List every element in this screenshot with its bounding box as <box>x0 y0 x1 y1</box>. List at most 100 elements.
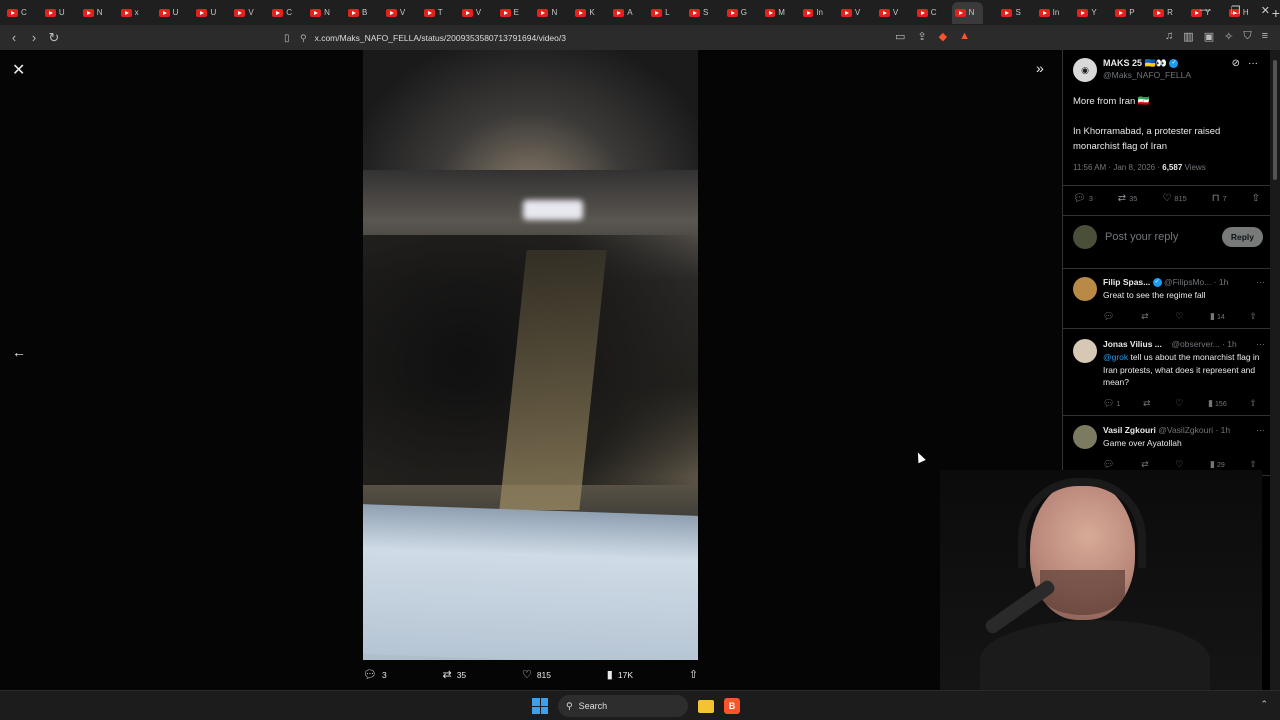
vpn-icon[interactable]: ⛉ <box>1243 30 1251 43</box>
browser-tab[interactable]: C <box>4 2 27 24</box>
close-icon[interactable]: ✕ <box>12 60 25 80</box>
browser-tab[interactable]: P <box>1112 2 1135 24</box>
browser-tab[interactable]: N <box>307 2 330 24</box>
more-icon[interactable]: ··· <box>1256 339 1265 349</box>
heart-icon[interactable]: ♡ <box>1175 459 1185 470</box>
browser-tab[interactable]: x <box>118 2 141 24</box>
reply-icon[interactable]: 💬︎ <box>1103 311 1116 322</box>
reply-button[interactable]: Reply <box>1221 227 1263 247</box>
repost-icon[interactable]: ⇄ <box>1141 311 1151 322</box>
heart-icon[interactable]: ♡ <box>1175 398 1185 409</box>
avatar[interactable] <box>1073 425 1097 449</box>
collapse-panel-icon[interactable]: » <box>1036 60 1044 76</box>
restore-icon[interactable]: ❐ <box>1231 4 1241 17</box>
browser-tab[interactable]: Y <box>1074 2 1097 24</box>
taskbar-search[interactable]: ⚲ Search <box>558 695 688 717</box>
browser-tab[interactable]: C <box>269 2 292 24</box>
close-window-icon[interactable]: ✕ <box>1261 4 1270 17</box>
browser-tab[interactable]: L <box>648 2 671 24</box>
avatar[interactable] <box>1073 277 1097 301</box>
share-icon[interactable]: ⇧ <box>1249 459 1259 470</box>
sidebar-icon[interactable]: ▥ <box>1183 30 1193 43</box>
author-handle[interactable]: @Maks_NAFO_FELLA <box>1103 70 1191 80</box>
more-icon[interactable]: ··· <box>1256 425 1265 435</box>
browser-tab[interactable]: S <box>998 2 1021 24</box>
more-icon[interactable]: ··· <box>1256 277 1265 287</box>
views-stat[interactable]: ▮ 14 <box>1210 311 1225 322</box>
views-action[interactable]: ▮ 17K <box>607 668 633 681</box>
browser-tab[interactable]: U <box>193 2 216 24</box>
browser-tab[interactable]: B <box>345 2 368 24</box>
avatar[interactable]: ◉ <box>1073 58 1097 82</box>
grok-icon[interactable]: ⊘ <box>1232 58 1240 69</box>
reply-action[interactable]: 💬︎ 3 <box>363 668 387 681</box>
mention-link[interactable]: @grok <box>1103 352 1128 362</box>
leo-icon[interactable]: ✧ <box>1224 30 1233 43</box>
site-info-icon[interactable]: ⚲ <box>300 33 307 44</box>
heart-icon[interactable]: ♡ <box>1175 311 1185 322</box>
browser-tab[interactable]: V <box>838 2 861 24</box>
menu-icon[interactable]: ≡ <box>1262 30 1268 43</box>
tweet-author[interactable]: ◉ MAKS 25 🇺🇦👀 ✓ @Maks_NAFO_FELLA <box>1073 58 1191 82</box>
reply-input[interactable]: Post your reply <box>1105 231 1214 243</box>
share-action[interactable]: ⇧ <box>689 668 698 681</box>
share-icon[interactable]: ⇪ <box>917 30 926 43</box>
forward-icon[interactable]: › <box>24 30 44 45</box>
browser-tab[interactable]: U <box>42 2 65 24</box>
brave-shield-icon[interactable]: ◆ <box>939 30 947 43</box>
minimize-icon[interactable]: — <box>1200 4 1211 17</box>
like-action[interactable]: ♡ 815 <box>522 668 551 681</box>
back-icon[interactable]: ‹ <box>4 30 24 45</box>
browser-tab[interactable]: R <box>1150 2 1173 24</box>
like-stat[interactable]: ♡ 815 <box>1162 193 1186 204</box>
more-icon[interactable]: ··· <box>1248 58 1258 69</box>
repost-stat[interactable]: ⇄ 35 <box>1118 193 1138 204</box>
views-stat[interactable]: ▮ 156 <box>1208 398 1227 409</box>
bookmark-stat[interactable]: ⊓ 7 <box>1212 193 1227 204</box>
browser-tab[interactable]: In <box>1036 2 1059 24</box>
bookmark-icon[interactable]: ▯ <box>284 33 290 44</box>
avatar[interactable] <box>1073 339 1097 363</box>
video-player[interactable] <box>363 50 698 660</box>
scrollbar-thumb[interactable] <box>1273 60 1277 180</box>
browser-tab[interactable]: In <box>800 2 823 24</box>
repost-action[interactable]: ⇄ 35 <box>442 668 466 681</box>
screen-icon[interactable]: ▭ <box>895 30 905 43</box>
browser-tab[interactable]: C <box>914 2 937 24</box>
windows-start-icon[interactable] <box>532 698 548 714</box>
media-icon[interactable]: ♫ <box>1165 30 1173 43</box>
wallet-icon[interactable]: ▣ <box>1204 30 1214 43</box>
browser-tab[interactable]: V <box>459 2 482 24</box>
author-name[interactable]: MAKS 25 🇺🇦👀 ✓ <box>1103 58 1191 69</box>
browser-tab[interactable]: S <box>686 2 709 24</box>
url-field[interactable]: ▯ ⚲ x.com/Maks_NAFO_FELLA/status/2009353… <box>284 28 980 48</box>
reply-icon[interactable]: 💬︎ <box>1103 459 1116 470</box>
views-stat[interactable]: ▮ 29 <box>1210 459 1225 470</box>
share-stat[interactable]: ⇧ <box>1252 193 1263 204</box>
new-tab-icon[interactable]: + <box>1272 5 1280 21</box>
tray-chevron-icon[interactable]: ⌃ <box>1260 699 1268 710</box>
scrollbar[interactable] <box>1270 50 1280 690</box>
browser-tab[interactable]: T <box>421 2 444 24</box>
browser-tab[interactable]: A <box>610 2 633 24</box>
browser-tab[interactable]: V <box>876 2 899 24</box>
browser-tab[interactable]: V <box>383 2 406 24</box>
browser-tab[interactable]: M <box>762 2 785 24</box>
brave-browser-icon[interactable]: B <box>724 698 740 714</box>
browser-tab[interactable]: U <box>156 2 179 24</box>
reply-stat[interactable]: 💬︎ 3 <box>1073 193 1093 204</box>
reply-icon[interactable]: 💬︎ 1 <box>1103 398 1120 409</box>
file-explorer-icon[interactable] <box>698 699 714 713</box>
browser-tab[interactable]: G <box>724 2 747 24</box>
browser-tab[interactable]: V <box>231 2 254 24</box>
brave-rewards-icon[interactable]: ▲ <box>959 30 970 43</box>
browser-tab[interactable]: K <box>572 2 595 24</box>
reload-icon[interactable]: ↻ <box>44 30 64 46</box>
browser-tab[interactable]: N <box>534 2 557 24</box>
browser-tab[interactable]: N <box>951 1 984 24</box>
previous-arrow-icon[interactable]: ← <box>12 344 26 360</box>
share-icon[interactable]: ⇧ <box>1249 398 1259 409</box>
share-icon[interactable]: ⇧ <box>1249 311 1259 322</box>
browser-tab[interactable]: N <box>80 2 103 24</box>
repost-icon[interactable]: ⇄ <box>1143 398 1153 409</box>
